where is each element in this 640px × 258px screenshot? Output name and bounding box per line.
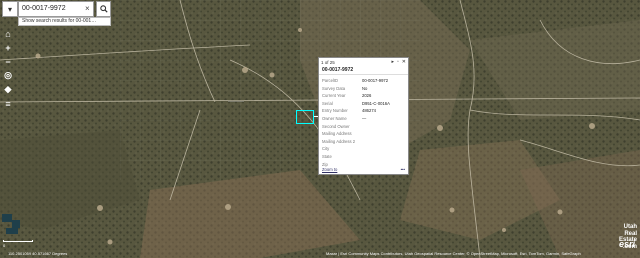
field-label: Current Year xyxy=(322,93,346,99)
esri-logo: esri xyxy=(619,239,636,249)
search-mode-dropdown[interactable]: ▾ xyxy=(2,1,18,17)
more-options-icon[interactable]: ••• xyxy=(401,167,405,172)
field-value xyxy=(362,138,405,146)
map-toolbar: ⌂ + − ◎ ◆ ≡ xyxy=(2,28,14,112)
scale-bar xyxy=(3,240,33,242)
field-label: Second Owner xyxy=(322,123,350,129)
close-icon[interactable]: ✕ xyxy=(402,59,406,65)
map-attribution: Maxar | Esri Community Maps Contributors… xyxy=(326,251,581,256)
search-button[interactable] xyxy=(96,1,111,17)
field-value xyxy=(362,145,405,153)
field-value xyxy=(362,130,405,138)
selected-parcel-outline[interactable] xyxy=(296,110,314,124)
clear-search-icon[interactable]: × xyxy=(85,1,90,16)
zoom-out-icon[interactable]: − xyxy=(2,56,14,67)
field-label: Entry Number xyxy=(322,108,348,114)
road-label: ———— xyxy=(228,98,244,103)
field-value xyxy=(362,153,405,161)
search-icon xyxy=(99,5,108,13)
popup-fields: ParcelID 00-0017-9972 Survey Data No Current… xyxy=(319,75,408,170)
next-feature-icon[interactable]: ▸ xyxy=(392,59,395,65)
field-label: ParcelID xyxy=(322,78,339,83)
coordinate-readout: 110.2501059 40.571667 Degrees xyxy=(8,251,68,256)
field-label: State xyxy=(322,153,332,159)
popup-footer: Zoom to ••• xyxy=(322,167,405,172)
popup-field-row: State xyxy=(322,153,405,161)
search-suggestion[interactable]: Show search results for 00-001… xyxy=(18,17,111,26)
field-label: Survey Data xyxy=(322,85,346,91)
popup-field-row: Survey Data No xyxy=(322,85,405,93)
popup-field-row: Current Year 2026 xyxy=(322,92,405,100)
field-label: Serial xyxy=(322,100,333,106)
compass-icon[interactable]: ◆ xyxy=(2,84,14,95)
field-label: Mailing Address 2 xyxy=(322,138,356,144)
popup-header: 1 of 25 ▸ ▫ ✕ xyxy=(319,58,408,66)
popup-field-row: Serial D951-C-0016A xyxy=(322,100,405,108)
parcel-popup: 1 of 25 ▸ ▫ ✕ 00-0017-9972 ParcelID 00-00… xyxy=(318,57,409,175)
field-value: 486274 xyxy=(362,108,376,114)
field-label: City xyxy=(322,146,330,152)
popup-counter: 1 of 25 xyxy=(321,59,335,65)
field-value xyxy=(362,123,405,131)
popup-field-row: Entry Number 486274 xyxy=(322,107,405,115)
zoom-to-link[interactable]: Zoom to xyxy=(322,167,337,172)
field-label: Mailing Address xyxy=(322,131,352,137)
popup-title: 00-0017-9972 xyxy=(319,66,408,75)
field-value: 00-0017-9972 xyxy=(362,78,389,83)
layers-icon[interactable]: ≡ xyxy=(2,98,14,109)
field-value: 2026 xyxy=(362,93,372,99)
popup-field-row: Mailing Address xyxy=(322,130,405,138)
dock-icon[interactable]: ▫ xyxy=(397,59,399,65)
popup-field-row: Second Owner xyxy=(322,123,405,131)
popup-field-row: City xyxy=(322,145,405,153)
field-label: Owner Name xyxy=(322,115,347,121)
zoom-in-icon[interactable]: + xyxy=(2,42,14,53)
field-value: No xyxy=(362,85,368,91)
scale-label: 0 xyxy=(3,243,6,248)
locate-icon[interactable]: ◎ xyxy=(2,70,14,81)
popup-field-row: Owner Name — xyxy=(322,115,405,123)
popup-field-row: Mailing Address 2 xyxy=(322,138,405,146)
field-value: D951-C-0016A xyxy=(362,100,390,106)
home-icon[interactable]: ⌂ xyxy=(2,28,14,39)
chevron-down-icon: ▾ xyxy=(7,4,12,14)
popup-field-row: ParcelID 00-0017-9972 xyxy=(322,77,405,85)
field-value: — xyxy=(362,115,367,121)
search-input[interactable]: 00-0017-9972 xyxy=(18,1,94,17)
